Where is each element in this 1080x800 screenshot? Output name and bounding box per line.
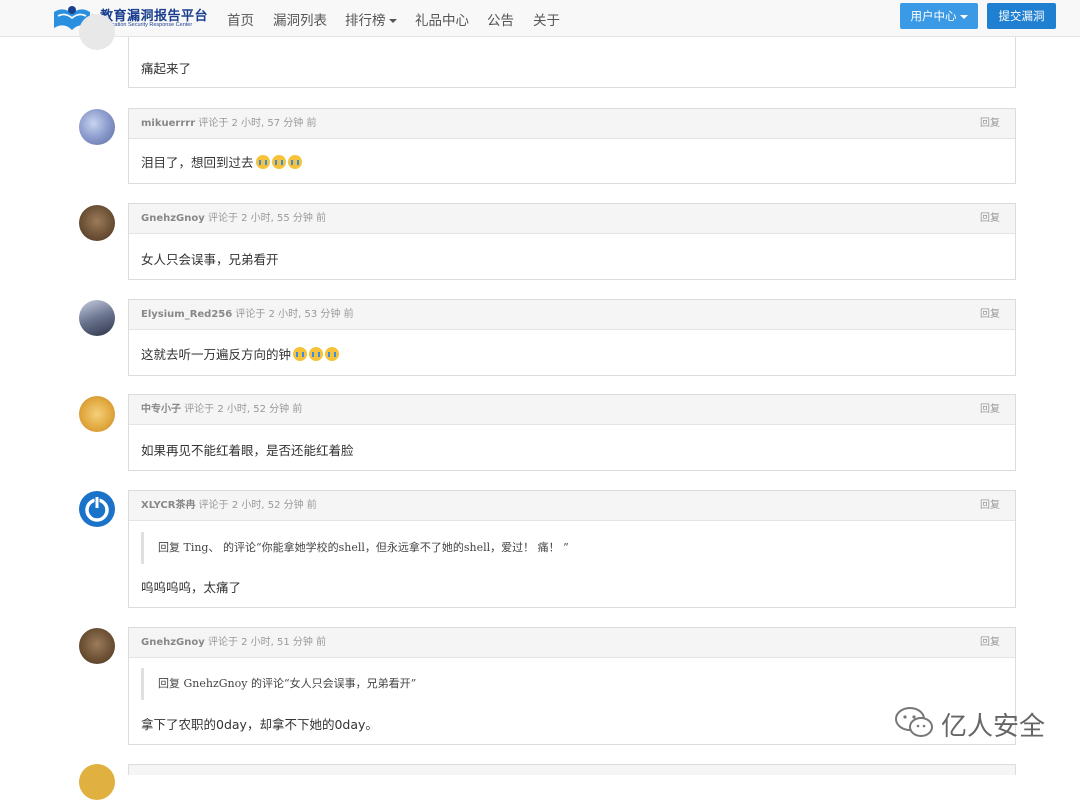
reply-link[interactable]: 回复 [980, 109, 1000, 138]
crying-emoji-icon [287, 155, 302, 169]
avatar[interactable] [79, 300, 115, 336]
watermark: 亿人安全 [893, 702, 1053, 742]
nav-ranking[interactable]: 排行榜 [345, 9, 397, 29]
submit-vuln-button[interactable]: 提交漏洞 [987, 3, 1056, 29]
caret-down-icon [388, 19, 397, 23]
power-icon [85, 496, 109, 522]
caret-down-icon [959, 14, 968, 19]
quoted-comment: 回复 Ting、 的评论“你能拿她学校的shell，但永远拿不了她的shell，… [141, 532, 1001, 564]
reply-link[interactable]: 回复 [980, 300, 1000, 329]
crying-emoji-icon [271, 155, 286, 169]
nav-gift-center[interactable]: 礼品中心 [415, 9, 469, 29]
avatar[interactable] [79, 491, 115, 527]
comment-header: GnehzGnoy 评论于 2 小时, 55 分钟 前 回复 [129, 204, 1015, 234]
nav-about[interactable]: 关于 [533, 9, 560, 29]
comment-username[interactable]: Elysium_Red256 [141, 309, 232, 320]
comment-text: 呜呜呜呜，太痛了 [141, 580, 242, 595]
comment-time: 评论于 2 小时, 57 分钟 前 [198, 118, 317, 129]
comment-panel: Elysium_Red256 评论于 2 小时, 53 分钟 前 回复 这就去听… [128, 299, 1016, 376]
comment-text: 拿下了农职的0day，却拿不下她的0day。 [141, 717, 378, 732]
crying-emoji-icon [255, 155, 270, 169]
comment-username[interactable]: GnehzGnoy [141, 213, 205, 224]
comment-panel: GnehzGnoy 评论于 2 小时, 55 分钟 前 回复 女人只会误事，兄弟… [128, 203, 1016, 280]
comment-header: mikuerrrr 评论于 2 小时, 57 分钟 前 回复 [129, 109, 1015, 139]
comment-text: 这就去听一万遍反方向的钟 [141, 344, 340, 363]
comment-text-content: 这就去听一万遍反方向的钟 [141, 347, 292, 362]
crying-emoji-icon [293, 347, 308, 361]
comment-panel: 中专小子 评论于 2 小时, 52 分钟 前 回复 如果再见不能红着眼，是否还能… [128, 394, 1016, 471]
comment-time: 评论于 2 小时, 53 分钟 前 [235, 309, 354, 320]
comment-text: 如果再见不能红着眼，是否还能红着脸 [141, 443, 354, 458]
comment-header: Elysium_Red256 评论于 2 小时, 53 分钟 前 回复 [129, 300, 1015, 330]
site-logo[interactable]: 教育漏洞报告平台 Education Security Response Cen… [50, 2, 220, 34]
avatar[interactable] [79, 628, 115, 664]
comment-time: 评论于 2 小时, 51 分钟 前 [207, 637, 327, 648]
comment-header: 中专小子 评论于 2 小时, 52 分钟 前 回复 [129, 395, 1015, 425]
comment-text-content: 泪目了，想回到过去 [141, 155, 254, 170]
logo-subtitle: Education Security Response Center [102, 22, 193, 28]
comment-panel: 痛起来了 [128, 37, 1016, 88]
reply-link[interactable]: 回复 [980, 628, 1000, 657]
nav-home[interactable]: 首页 [227, 9, 254, 29]
comment-text: 痛起来了 [141, 61, 192, 76]
user-center-label: 用户中心 [910, 9, 957, 23]
avatar[interactable] [79, 14, 115, 50]
avatar[interactable] [79, 764, 115, 800]
comment-panel: XLYCR茶冉 评论于 2 小时, 52 分钟 前 回复 回复 Ting、 的评… [128, 490, 1016, 608]
reply-link[interactable]: 回复 [980, 491, 1000, 520]
nav-announcement[interactable]: 公告 [487, 9, 514, 29]
user-center-button[interactable]: 用户中心 [900, 3, 978, 29]
avatar[interactable] [79, 109, 115, 145]
crying-emoji-icon [325, 347, 340, 361]
comment-username[interactable]: mikuerrrr [141, 118, 195, 129]
comment-time: 评论于 2 小时, 52 分钟 前 [184, 404, 303, 415]
avatar[interactable] [79, 396, 115, 432]
comment-text: 泪目了，想回到过去 [141, 152, 302, 171]
comment-panel: GnehzGnoy 评论于 2 小时, 51 分钟 前 回复 回复 GnehzG… [128, 627, 1016, 745]
comment-header: XLYCR茶冉 评论于 2 小时, 52 分钟 前 回复 [129, 491, 1015, 521]
top-navbar: 教育漏洞报告平台 Education Security Response Cen… [0, 0, 1080, 37]
watermark-text: 亿人安全 [941, 712, 1046, 742]
quoted-comment: 回复 GnehzGnoy 的评论“女人只会误事，兄弟看开” [141, 668, 1001, 700]
comment-header: GnehzGnoy 评论于 2 小时, 51 分钟 前 回复 [129, 628, 1015, 658]
comment-time: 评论于 2 小时, 55 分钟 前 [207, 213, 327, 224]
comment-username[interactable]: 中专小子 [141, 404, 181, 415]
avatar[interactable] [79, 205, 115, 241]
comment-time: 评论于 2 小时, 52 分钟 前 [198, 500, 317, 511]
comment-username[interactable]: GnehzGnoy [141, 637, 205, 648]
nav-ranking-label: 排行榜 [345, 13, 386, 29]
reply-link[interactable]: 回复 [980, 395, 1000, 424]
comment-panel: mikuerrrr 评论于 2 小时, 57 分钟 前 回复 泪目了，想回到过去 [128, 108, 1016, 184]
comment-username[interactable]: XLYCR茶冉 [141, 500, 195, 511]
comment-text: 女人只会误事，兄弟看开 [141, 252, 279, 267]
crying-emoji-icon [309, 347, 324, 361]
reply-link[interactable]: 回复 [980, 204, 1000, 233]
nav-vuln-list[interactable]: 漏洞列表 [273, 9, 327, 29]
wechat-icon [895, 707, 933, 737]
